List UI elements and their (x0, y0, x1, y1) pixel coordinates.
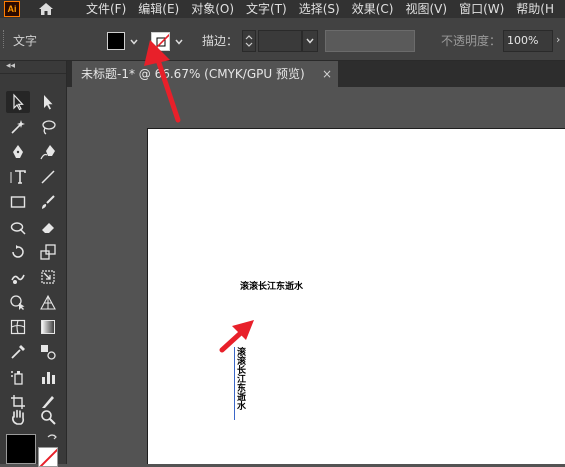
direct-selection-tool[interactable] (36, 91, 60, 113)
menu-bar: Ai 文件(F) 编辑(E) 对象(O) 文字(T) 选择(S) 效果(C) 视… (0, 0, 565, 18)
context-label: 文字 (13, 34, 38, 48)
free-transform-tool[interactable] (36, 266, 60, 288)
free-transform-icon (41, 270, 55, 284)
spinner-arrows-icon (245, 35, 253, 47)
document-tab[interactable]: 未标题-1* @ 66.67% (CMYK/GPU 预览) × (72, 61, 338, 87)
stroke-weight-spinner[interactable] (242, 30, 256, 52)
opacity-expand-icon[interactable]: › (556, 33, 560, 46)
canvas-area[interactable]: 滚滚长江东逝水 滚滚长江东逝水 (67, 87, 565, 464)
line-tool[interactable] (36, 166, 60, 188)
variable-width-profile[interactable] (325, 30, 415, 52)
fill-color-box[interactable] (6, 434, 36, 464)
paintbrush-icon (42, 195, 55, 209)
perspective-grid-icon (40, 294, 56, 310)
menu-edit[interactable]: 编辑(E) (138, 0, 179, 18)
menu-object[interactable]: 对象(O) (191, 0, 234, 18)
home-icon[interactable] (36, 0, 56, 18)
stroke-color-swatch[interactable] (151, 32, 170, 51)
column-graph-icon (42, 372, 55, 384)
warp-hand-icon (11, 274, 25, 284)
rotate-icon (12, 245, 24, 258)
opacity-label[interactable]: 不透明度： (441, 32, 501, 49)
eyedropper-tool[interactable] (6, 341, 30, 363)
scale-tool[interactable] (36, 241, 60, 263)
selection-arrow-icon (13, 93, 24, 111)
shape-builder-tool[interactable] (6, 291, 30, 313)
pen-tool[interactable] (6, 141, 30, 163)
stroke-label: 描边： (202, 34, 239, 48)
rotate-tool[interactable] (6, 241, 30, 263)
eraser-tool[interactable] (36, 216, 60, 238)
magic-wand-icon (11, 120, 25, 134)
symbol-sprayer-icon (11, 371, 23, 385)
hand-tool[interactable] (6, 406, 30, 428)
selection-tool[interactable] (6, 91, 30, 113)
paintbrush-tool[interactable] (36, 191, 60, 213)
artboard[interactable]: 滚滚长江东逝水 滚滚长江东逝水 (147, 128, 565, 464)
opacity-input[interactable]: 100% (503, 30, 553, 52)
lasso-tool[interactable] (36, 116, 60, 138)
document-tab-title: 未标题-1* @ 66.67% (CMYK/GPU 预览) (81, 67, 305, 81)
control-bar: 文字 描边： 不透明度： 100% › (0, 18, 565, 61)
menu: 文件(F) 编辑(E) 对象(O) 文字(T) 选择(S) 效果(C) 视图(V… (86, 0, 565, 18)
line-segment-icon (41, 170, 55, 184)
fill-color-swatch[interactable] (107, 32, 125, 50)
pen-icon (13, 145, 23, 158)
perspective-grid-tool[interactable] (36, 291, 60, 313)
menu-effect[interactable]: 效果(C) (352, 0, 394, 18)
chevron-down-icon (306, 38, 314, 44)
swap-fill-stroke-icon[interactable] (46, 433, 58, 445)
chevron-down-icon[interactable] (129, 37, 139, 47)
shape-builder-icon (10, 295, 25, 310)
blend-icon (41, 345, 56, 360)
collapse-panel-icon[interactable]: ◂◂ (6, 61, 15, 71)
curvature-tool[interactable] (36, 141, 60, 163)
stroke-weight-input[interactable] (258, 30, 302, 52)
menu-file[interactable]: 文件(F) (86, 0, 126, 18)
close-icon[interactable]: × (322, 61, 332, 87)
text-selection-line (234, 347, 235, 420)
symbol-sprayer-tool[interactable] (6, 366, 30, 388)
mesh-icon (10, 319, 26, 335)
menu-select[interactable]: 选择(S) (299, 0, 340, 18)
stroke-weight-dropdown[interactable] (302, 30, 318, 52)
scale-icon (40, 244, 56, 260)
eyedropper-icon (11, 345, 25, 359)
warp-tool[interactable] (6, 266, 30, 288)
zoom-magnifier-icon (41, 410, 56, 425)
document-tab-bar: 未标题-1* @ 66.67% (CMYK/GPU 预览) × (67, 61, 565, 87)
panel-header (0, 73, 66, 80)
magic-wand-tool[interactable] (6, 116, 30, 138)
menu-help[interactable]: 帮助(H (516, 0, 554, 18)
stroke-color-box[interactable] (38, 447, 58, 467)
gradient-icon (41, 320, 55, 334)
type-tool[interactable] (6, 166, 30, 188)
tools-panel: ◂◂ (0, 61, 67, 467)
zoom-tool[interactable] (36, 406, 60, 428)
rectangle-icon (10, 196, 26, 208)
column-graph-tool[interactable] (36, 366, 60, 388)
shaper-tool[interactable] (6, 216, 30, 238)
no-stroke-icon (152, 33, 169, 50)
curvature-pen-icon (40, 145, 55, 160)
chevron-down-icon[interactable] (174, 37, 184, 47)
menu-window[interactable]: 窗口(W) (459, 0, 504, 18)
mesh-tool[interactable] (6, 316, 30, 338)
blend-tool[interactable] (36, 341, 60, 363)
direct-selection-arrow-icon (44, 95, 53, 110)
gradient-tool[interactable] (36, 316, 60, 338)
lasso-icon (42, 120, 56, 135)
menu-view[interactable]: 视图(V) (405, 0, 447, 18)
eraser-icon (42, 223, 54, 233)
horizontal-text-object[interactable]: 滚滚长江东逝水 (240, 279, 303, 292)
vertical-text-object[interactable]: 滚滚长江东逝水 (234, 347, 247, 410)
hand-icon (12, 409, 25, 425)
app-logo: Ai (4, 1, 20, 17)
panel-grip[interactable] (3, 30, 6, 48)
shaper-icon (10, 222, 26, 235)
rectangle-tool[interactable] (6, 191, 30, 213)
no-stroke-icon (39, 448, 57, 466)
menu-type[interactable]: 文字(T) (246, 0, 287, 18)
type-icon (10, 170, 26, 184)
